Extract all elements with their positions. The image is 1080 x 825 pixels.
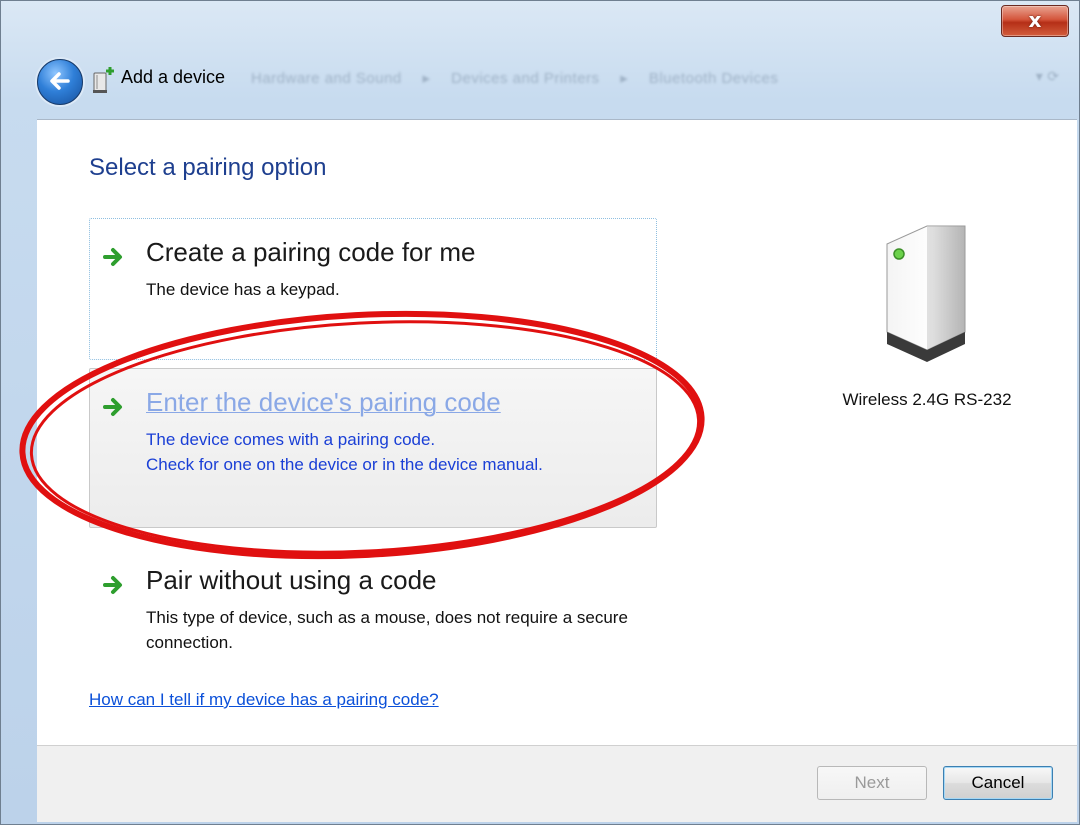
- add-device-icon: [93, 67, 114, 93]
- option-description-line: Check for one on the device or in the de…: [146, 455, 543, 474]
- back-button[interactable]: [37, 59, 83, 105]
- close-button[interactable]: x: [1001, 5, 1069, 37]
- option-title: Pair without using a code: [146, 565, 437, 595]
- wireless-device-icon: [886, 225, 966, 362]
- nav-dropdown-icon: ▾ ⟳: [1035, 69, 1059, 85]
- device-name: Wireless 2.4G RS-232: [842, 390, 1012, 409]
- green-arrow-icon: [103, 248, 122, 266]
- device-preview: Wireless 2.4G RS-232: [817, 220, 1037, 420]
- green-arrow-icon: [103, 398, 122, 416]
- content-area: Select a pairing option Create a pairing…: [37, 119, 1077, 746]
- option-enter-device-code[interactable]: Enter the device's pairing code The devi…: [89, 368, 657, 528]
- add-device-window: x Add a device Hardware and Sound ▸ Devi…: [0, 0, 1080, 825]
- green-arrow-icon: [103, 576, 122, 594]
- breadcrumb-separator: ▸: [422, 70, 431, 87]
- window-title: Add a device: [121, 67, 226, 87]
- title-bar: x: [1, 1, 1079, 47]
- next-button[interactable]: Next: [817, 766, 927, 800]
- option-description-line: The device comes with a pairing code.: [146, 430, 436, 449]
- cancel-button[interactable]: Cancel: [943, 766, 1053, 800]
- breadcrumb-item: Hardware and Sound: [251, 70, 402, 87]
- navigation-bar: Add a device Hardware and Sound ▸ Device…: [1, 47, 1079, 119]
- back-arrow-icon: [50, 72, 70, 90]
- option-title: Enter the device's pairing code: [146, 387, 501, 417]
- option-title: Create a pairing code for me: [146, 237, 476, 267]
- option-description: The device has a keypad.: [146, 280, 340, 299]
- breadcrumb-item: Devices and Printers: [451, 70, 600, 87]
- option-description: This type of device, such as a mouse, do…: [146, 608, 628, 652]
- option-create-pairing-code[interactable]: Create a pairing code for me The device …: [89, 218, 657, 360]
- breadcrumb-separator: ▸: [620, 70, 629, 87]
- breadcrumb: Hardware and Sound ▸ Devices and Printer…: [251, 69, 778, 87]
- pairing-code-help-link[interactable]: How can I tell if my device has a pairin…: [89, 690, 439, 710]
- wizard-footer: Next Cancel: [37, 745, 1077, 822]
- page-title: Select a pairing option: [89, 154, 327, 181]
- option-pair-without-code[interactable]: Pair without using a code This type of d…: [89, 546, 657, 656]
- option-description: The device comes with a pairing code. Ch…: [146, 427, 656, 477]
- breadcrumb-item: Bluetooth Devices: [648, 70, 779, 87]
